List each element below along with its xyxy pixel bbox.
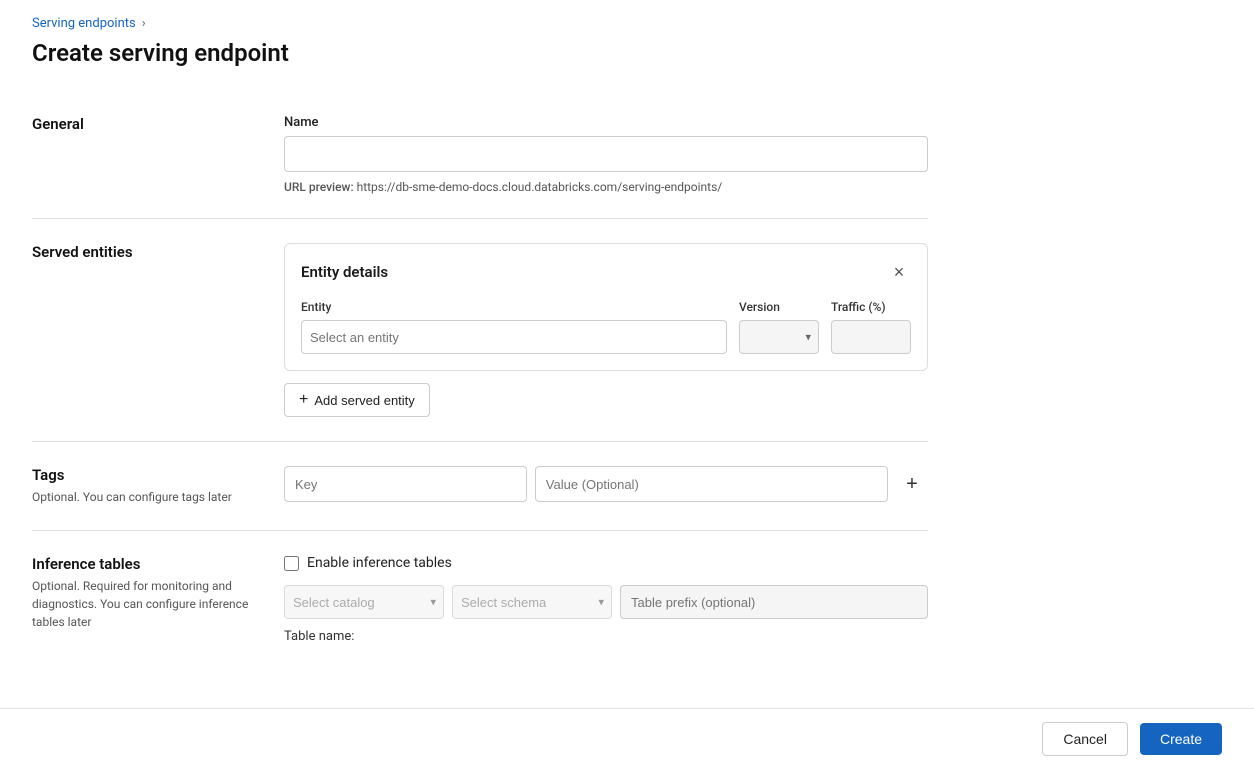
name-label: Name (284, 115, 928, 130)
cancel-button[interactable]: Cancel (1042, 722, 1128, 756)
catalog-select-wrapper: Select catalog (284, 585, 444, 619)
inference-tables-section-left: Inference tables Optional. Required for … (32, 555, 252, 644)
create-button[interactable]: Create (1140, 723, 1222, 755)
breadcrumb-separator: › (142, 16, 146, 31)
entity-fields-row: Entity Version Traffic (%) 100 (301, 300, 911, 354)
schema-select-wrapper: Select schema (452, 585, 612, 619)
name-input[interactable] (284, 136, 928, 172)
tag-key-input[interactable] (284, 466, 527, 502)
version-select-wrapper (739, 320, 819, 354)
inference-tables-title: Inference tables (32, 555, 252, 573)
tags-section-title: Tags (32, 466, 252, 484)
table-name-label: Table name: (284, 629, 354, 644)
served-entities-title: Served entities (32, 243, 252, 261)
entity-details-card: Entity details × Entity Version (284, 243, 928, 371)
inference-tables-desc: Optional. Required for monitoring and di… (32, 577, 252, 631)
plus-icon: + (906, 473, 918, 496)
breadcrumb-link[interactable]: Serving endpoints (32, 16, 136, 31)
tags-section-right: + (284, 466, 928, 506)
url-preview-label: URL preview: (284, 180, 354, 194)
general-section-right: Name URL preview: https://db-sme-demo-do… (284, 115, 928, 194)
footer: Cancel Create (0, 708, 1254, 768)
enable-inference-label[interactable]: Enable inference tables (307, 555, 452, 571)
add-served-entity-label: Add served entity (314, 393, 414, 408)
tags-section: Tags Optional. You can configure tags la… (32, 442, 928, 531)
add-tag-button[interactable]: + (896, 468, 928, 500)
entity-card-header: Entity details × (301, 260, 911, 284)
general-section-left: General (32, 115, 252, 194)
version-col-label: Version (739, 300, 819, 314)
page-title: Create serving endpoint (32, 39, 928, 67)
catalog-select[interactable]: Select catalog (284, 585, 444, 619)
table-name-row: Table name: (284, 629, 928, 644)
inference-tables-section: Inference tables Optional. Required for … (32, 531, 928, 668)
enable-inference-checkbox[interactable] (284, 556, 299, 571)
enable-inference-row: Enable inference tables (284, 555, 928, 571)
traffic-input[interactable]: 100 (831, 320, 911, 354)
entity-close-button[interactable]: × (887, 260, 911, 284)
traffic-col-label: Traffic (%) (831, 300, 911, 314)
served-entities-section-right: Entity details × Entity Version (284, 243, 928, 417)
entity-details-title: Entity details (301, 263, 388, 281)
entity-col-label: Entity (301, 300, 727, 314)
traffic-column: Traffic (%) 100 (831, 300, 911, 354)
general-section-title: General (32, 115, 252, 133)
url-preview: URL preview: https://db-sme-demo-docs.cl… (284, 180, 928, 194)
served-entities-section-left: Served entities (32, 243, 252, 417)
entity-column: Entity (301, 300, 727, 354)
inference-tables-section-right: Enable inference tables Select catalog S… (284, 555, 928, 644)
schema-select[interactable]: Select schema (452, 585, 612, 619)
url-preview-value: https://db-sme-demo-docs.cloud.databrick… (357, 180, 723, 194)
general-section: General Name URL preview: https://db-sme… (32, 91, 928, 219)
tags-row: + (284, 466, 928, 502)
inference-fields-row: Select catalog Select schema (284, 585, 928, 619)
table-prefix-input[interactable] (620, 585, 928, 619)
entity-select-input[interactable] (301, 320, 727, 354)
breadcrumb: Serving endpoints › (32, 16, 928, 31)
tags-section-left: Tags Optional. You can configure tags la… (32, 466, 252, 506)
version-select[interactable] (739, 320, 819, 354)
tag-value-input[interactable] (535, 466, 888, 502)
close-icon: × (894, 262, 905, 283)
tags-section-desc: Optional. You can configure tags later (32, 488, 252, 506)
version-column: Version (739, 300, 819, 354)
plus-icon: + (299, 391, 308, 409)
add-served-entity-button[interactable]: + Add served entity (284, 383, 430, 417)
served-entities-section: Served entities Entity details × Entity (32, 219, 928, 442)
